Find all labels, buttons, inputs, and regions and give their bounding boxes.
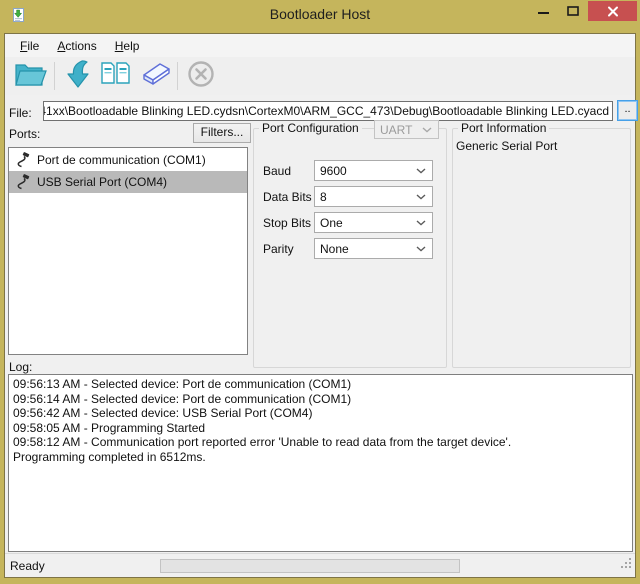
log-line: 09:56:14 AM - Selected device: Port de c… — [13, 392, 628, 407]
stop-circle-icon — [187, 60, 215, 93]
port-information-title: Port Information — [458, 121, 549, 135]
status-bar: Ready — [5, 553, 635, 577]
protocol-dropdown: UART — [374, 120, 439, 139]
baud-dropdown[interactable]: 9600 — [314, 160, 433, 181]
port-item-com4[interactable]: USB Serial Port (COM4) — [9, 171, 247, 193]
chevron-down-icon — [416, 168, 426, 174]
abort-button — [182, 59, 220, 93]
eraser-icon — [136, 61, 172, 92]
open-file-button[interactable] — [12, 59, 50, 93]
port-information-group: Port Information Generic Serial Port — [452, 128, 631, 368]
log-line: 09:56:13 AM - Selected device: Port de c… — [13, 377, 628, 392]
parity-label: Parity — [263, 242, 294, 256]
bootloader-host-window: Bootloader Host File Actions Help — [0, 0, 640, 584]
copy-documents-icon — [99, 60, 133, 93]
close-button[interactable] — [588, 1, 637, 21]
data-bits-dropdown[interactable]: 8 — [314, 186, 433, 207]
log-line: 09:56:42 AM - Selected device: USB Seria… — [13, 406, 628, 421]
status-text: Ready — [10, 559, 45, 573]
title-bar[interactable]: Bootloader Host — [0, 0, 640, 33]
port-item-com1[interactable]: Port de communication (COM1) — [9, 149, 247, 171]
file-label: File: — [9, 106, 32, 120]
menu-file[interactable]: File — [11, 35, 48, 57]
log-line: Programming completed in 6512ms. — [13, 450, 628, 465]
port-item-label: Port de communication (COM1) — [37, 153, 206, 167]
client-area: File Actions Help — [4, 33, 636, 578]
minimize-icon — [538, 6, 549, 16]
port-item-label: USB Serial Port (COM4) — [37, 175, 167, 189]
toolbar-separator — [54, 62, 55, 90]
stop-bits-label: Stop Bits — [263, 216, 311, 230]
port-list: Port de communication (COM1) USB Serial … — [8, 147, 248, 355]
chevron-down-icon — [416, 246, 426, 252]
log-line: 09:58:05 AM - Programming Started — [13, 421, 628, 436]
minimize-button[interactable] — [528, 1, 558, 21]
port-configuration-group: Port Configuration UART Baud 9600 Data B… — [253, 128, 447, 368]
data-bits-label: Data Bits — [263, 190, 312, 204]
serial-port-icon — [15, 152, 30, 168]
port-configuration-title: Port Configuration — [259, 121, 362, 135]
port-information-text: Generic Serial Port — [456, 139, 557, 153]
menu-actions[interactable]: Actions — [48, 35, 105, 57]
toolbar-separator — [177, 62, 178, 90]
program-button[interactable] — [59, 59, 97, 93]
file-path-input[interactable]: ader_41xx\Bootloadable Blinking LED.cyds… — [43, 101, 613, 121]
chevron-down-icon — [422, 127, 432, 133]
log-label: Log: — [9, 360, 32, 374]
progress-bar — [160, 559, 460, 573]
chevron-down-icon — [416, 194, 426, 200]
erase-button[interactable] — [135, 59, 173, 93]
baud-label: Baud — [263, 164, 291, 178]
log-line: 09:58:12 AM - Communication port reporte… — [13, 435, 628, 450]
verify-button[interactable] — [97, 59, 135, 93]
browse-button[interactable]: .. — [617, 100, 638, 121]
close-icon — [607, 6, 619, 17]
resize-grip-icon[interactable] — [620, 557, 633, 575]
maximize-button[interactable] — [558, 1, 588, 21]
maximize-icon — [567, 6, 579, 16]
serial-port-icon — [15, 174, 30, 190]
ports-label: Ports: — [9, 127, 40, 141]
filters-button[interactable]: Filters... — [193, 123, 251, 143]
toolbar — [5, 57, 635, 95]
chevron-down-icon — [416, 220, 426, 226]
menu-help[interactable]: Help — [106, 35, 149, 57]
parity-dropdown[interactable]: None — [314, 238, 433, 259]
menu-bar: File Actions Help — [5, 34, 635, 57]
log-output[interactable]: 09:56:13 AM - Selected device: Port de c… — [8, 374, 633, 552]
open-folder-icon — [14, 60, 48, 93]
stop-bits-dropdown[interactable]: One — [314, 212, 433, 233]
download-arrow-icon — [64, 59, 92, 94]
